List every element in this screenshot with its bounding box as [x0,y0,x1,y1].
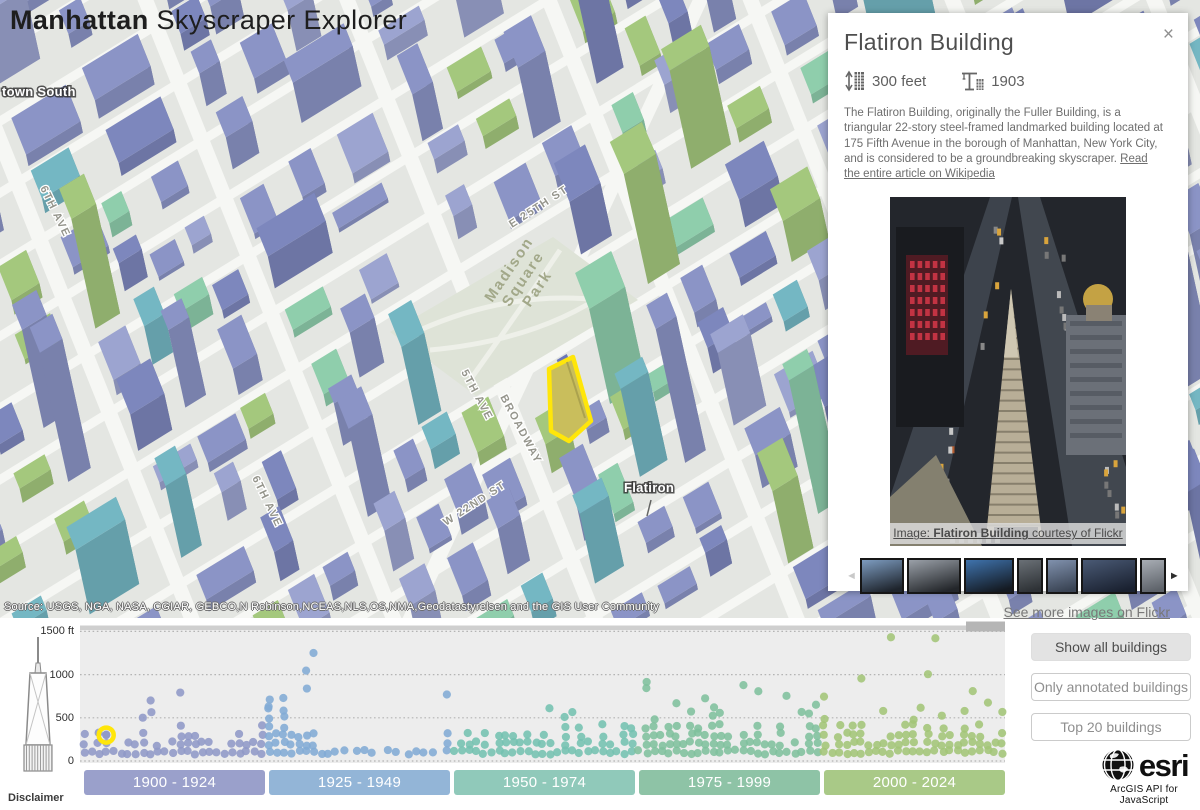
photo-thumbnail[interactable] [859,558,904,595]
building-title: Flatiron Building [844,29,1015,55]
building-height-stat: 300 feet [844,69,926,93]
svg-text:Flatiron: Flatiron [624,480,674,495]
map-attribution: Source: USGS, NGA, NASA, CGIAR, GEBCO,N … [4,601,660,613]
era-button-2000-2024[interactable]: 2000 - 2024 [824,770,1005,795]
esri-logo-row: esri [1094,747,1194,783]
timeline-scrollbar-track[interactable] [80,625,1005,631]
photo-caption-prefix: Image: [893,526,934,541]
photo-thumbnail[interactable] [1139,558,1166,595]
photo-thumbnail[interactable] [906,558,961,595]
arcgis-api-caption: ArcGIS API for JavaScript [1110,784,1178,806]
building-description-text: The Flatiron Building, originally the Fu… [844,107,1163,165]
disclaimer-link[interactable]: Disclaimer [8,792,64,804]
svg-text:town South: town South [2,84,76,99]
photo-caption-suffix: courtesy of Flickr [1028,526,1123,541]
building-description: The Flatiron Building, originally the Fu… [844,106,1166,182]
esri-brand[interactable]: esri ArcGIS API for JavaScript [1094,747,1194,806]
page-title-bold: Manhattan [10,5,149,35]
only-annotated-buildings-button[interactable]: Only annotated buildings [1031,673,1191,701]
building-photo: Image: Flatiron Building courtesy of Fli… [890,197,1130,547]
era-button-1950-1974[interactable]: 1950 - 1974 [454,770,635,795]
construction-year-icon [962,72,984,91]
era-button-1925-1949[interactable]: 1925 - 1949 [269,770,450,795]
era-button-1975-1999[interactable]: 1975 - 1999 [639,770,820,795]
height-icon [845,70,864,92]
photo-caption-link[interactable]: Image: Flatiron Building courtesy of Fli… [893,526,1122,540]
close-icon[interactable]: × [1163,25,1174,44]
building-year-value: 1903 [991,72,1025,90]
building-info-panel: × Flatiron Building 300 feet 1903 The Fl… [828,13,1188,620]
photo-thumbnail[interactable] [1016,558,1043,595]
photo-caption-building: Flatiron Building [933,526,1029,541]
manhattan-skyscraper-explorer-app: MadisonSquarePark 6TH AVE 6TH AVE E 25TH ST… [0,0,1200,810]
esri-wordmark: esri [1138,747,1190,783]
building-year-stat: 1903 [960,69,1025,93]
photo-thumbnail[interactable] [963,558,1014,595]
page-title: Manhattan Skyscraper Explorer [10,5,407,36]
thumbnail-row [859,558,1166,595]
photo-thumbnail[interactable] [1080,558,1137,595]
flatiron-photo-illustration [890,197,1130,547]
photo-caption[interactable]: Image: Flatiron Building courtesy of Fli… [890,523,1126,545]
esri-globe-icon [1102,748,1134,782]
top-20-buildings-button[interactable]: Top 20 buildings [1031,713,1191,741]
carousel-next-icon[interactable]: ► [1169,570,1180,582]
carousel-prev-icon[interactable]: ◄ [846,570,857,582]
show-all-buildings-button[interactable]: Show all buildings [1031,633,1191,661]
era-button-1900-1924[interactable]: 1900 - 1924 [84,770,265,795]
era-button-row: 1900 - 1924 1925 - 1949 1950 - 1974 1975… [84,770,1005,795]
photo-thumbnail[interactable] [1045,558,1078,595]
page-title-rest: Skyscraper Explorer [148,5,408,35]
photo-thumbnail-strip: ◄ ► [846,557,1180,595]
building-height-value: 300 feet [872,72,927,90]
building-stats: 300 feet 1903 [844,69,1172,93]
filter-controls: Show all buildings Only annotated buildi… [1031,633,1191,753]
timeline-scrollbar-thumb[interactable] [966,621,1005,632]
